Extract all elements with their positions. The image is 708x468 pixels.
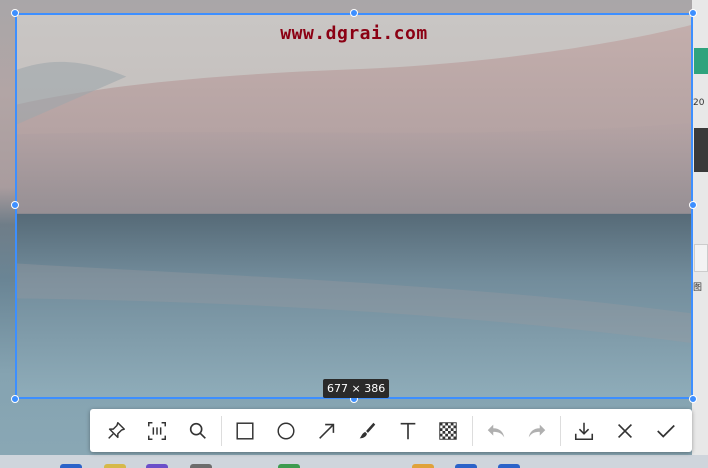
ellipse-icon bbox=[277, 421, 295, 440]
taskbar-app-icon[interactable] bbox=[278, 464, 300, 468]
resize-handle-top[interactable] bbox=[350, 9, 358, 17]
brush-icon bbox=[359, 422, 376, 438]
redo-icon bbox=[528, 424, 545, 437]
search-icon bbox=[189, 422, 206, 439]
resize-handle-top-left[interactable] bbox=[11, 9, 19, 17]
watermark-text: www.dgrai.com bbox=[280, 23, 428, 44]
taskbar bbox=[0, 455, 708, 468]
desktop-app-tile bbox=[694, 128, 708, 172]
resize-handle-right[interactable] bbox=[689, 201, 697, 209]
pin-tool[interactable] bbox=[99, 413, 135, 449]
text-tool[interactable] bbox=[390, 413, 426, 449]
taskbar-app-icon[interactable] bbox=[190, 464, 212, 468]
taskbar-app-icon[interactable] bbox=[498, 464, 520, 468]
desktop-text: 图 bbox=[693, 283, 703, 293]
desktop-right-edge: 20 图 bbox=[692, 0, 708, 455]
check-icon bbox=[656, 424, 675, 438]
save-button[interactable] bbox=[567, 413, 603, 449]
taskbar-app-icon[interactable] bbox=[412, 464, 434, 468]
resize-handle-left[interactable] bbox=[11, 201, 19, 209]
landscape-image bbox=[17, 15, 691, 397]
ocr-tool[interactable] bbox=[139, 413, 175, 449]
desktop-app-tile bbox=[694, 244, 708, 272]
brush-tool[interactable] bbox=[349, 413, 385, 449]
ellipse-tool[interactable] bbox=[268, 413, 304, 449]
confirm-button[interactable] bbox=[648, 413, 684, 449]
mosaic-icon bbox=[439, 421, 458, 440]
pin-icon bbox=[108, 421, 126, 439]
screenshot-toolbar bbox=[90, 409, 692, 452]
redo-button[interactable] bbox=[519, 413, 555, 449]
toolbar-separator bbox=[560, 415, 561, 446]
toolbar-separator bbox=[220, 415, 222, 446]
taskbar-app-icon[interactable] bbox=[60, 464, 82, 468]
rectangle-tool[interactable] bbox=[227, 413, 263, 449]
magnify-tool[interactable] bbox=[180, 413, 216, 449]
arrow-icon bbox=[318, 423, 334, 439]
resize-handle-top-right[interactable] bbox=[689, 9, 697, 17]
toolbar-separator bbox=[471, 415, 473, 446]
text-icon bbox=[400, 422, 416, 439]
arrow-tool[interactable] bbox=[309, 413, 345, 449]
resize-handle-bottom-left[interactable] bbox=[11, 395, 19, 403]
cancel-button[interactable] bbox=[607, 413, 643, 449]
desktop-app-tile bbox=[694, 48, 708, 74]
screenshot-selection[interactable]: www.dgrai.com bbox=[15, 13, 693, 399]
selection-size-label: 677 × 386 bbox=[323, 379, 390, 398]
desktop-text: 20 bbox=[693, 98, 705, 108]
undo-icon bbox=[487, 424, 505, 437]
taskbar-app-icon[interactable] bbox=[104, 464, 126, 468]
undo-button[interactable] bbox=[478, 413, 514, 449]
taskbar-app-icon[interactable] bbox=[146, 464, 168, 468]
text-scan-icon bbox=[147, 421, 166, 440]
close-icon bbox=[617, 423, 632, 438]
download-icon bbox=[575, 422, 594, 440]
resize-handle-bottom-right[interactable] bbox=[689, 395, 697, 403]
mosaic-tool[interactable] bbox=[431, 413, 467, 449]
rectangle-icon bbox=[236, 421, 254, 440]
taskbar-app-icon[interactable] bbox=[455, 464, 477, 468]
